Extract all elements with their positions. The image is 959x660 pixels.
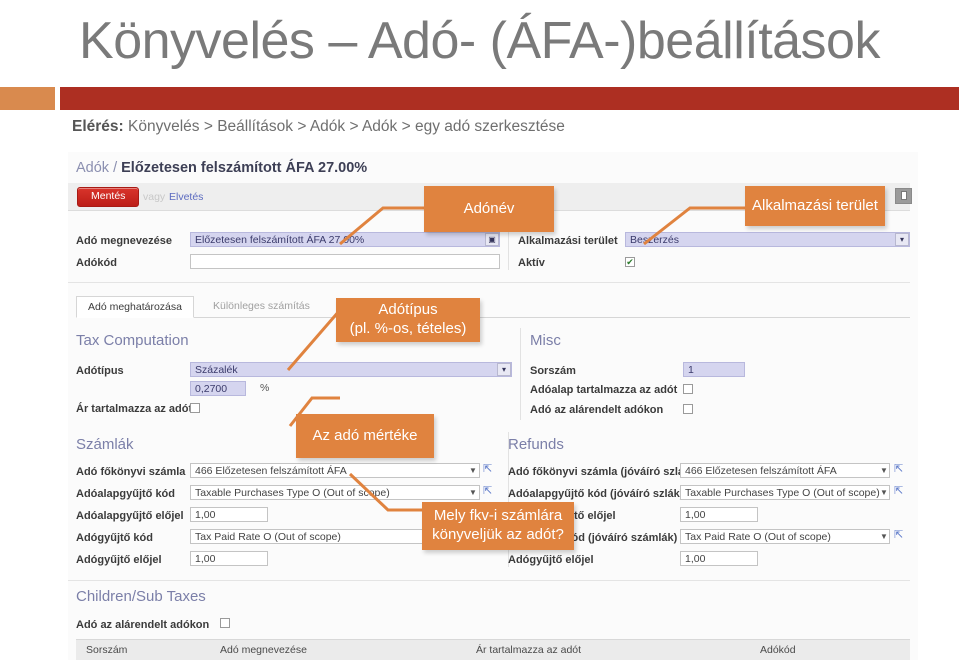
access-path-text: Könyvelés > Beállítások > Adók > Adók > … <box>128 118 565 135</box>
price-includes-tax-label: Ár tartalmazza az adót <box>76 403 193 415</box>
form-divider <box>508 228 509 270</box>
app-breadcrumb: Adók / Előzetesen felszámított ÁFA 27.00… <box>76 160 367 176</box>
accent-bar <box>60 87 959 110</box>
column-header-ar-tartalmazza[interactable]: Ár tartalmazza az adót <box>476 644 581 656</box>
base-includes-tax-label: Adóalap tartalmazza az adót <box>530 384 678 396</box>
tax-name-lookup-icon[interactable]: ▣ <box>485 233 499 246</box>
refund-row-label-0: Adó főkönyvi számla (jóváíró szlák) <box>508 466 694 478</box>
tax-code-label: Adókód <box>76 257 117 269</box>
discard-button[interactable]: Elvetés <box>169 191 203 203</box>
invoice-row-label-2: Adóalapgyűjtő előjel <box>76 510 184 522</box>
children-checkbox[interactable] <box>220 618 230 628</box>
column-header-sorszam[interactable]: Sorszám <box>86 644 127 656</box>
children-checkbox-label: Adó az alárendelt adókon <box>76 619 210 631</box>
invoice-row-label-3: Adógyűjtő kód <box>76 532 153 544</box>
callout-tax-name: Adónév <box>424 186 554 232</box>
callout-tax-type-line1: Adótípus <box>378 301 438 319</box>
accent-square <box>0 87 55 110</box>
chevron-down-icon[interactable]: ▾ <box>497 363 511 376</box>
or-label: vagy <box>143 191 166 203</box>
breadcrumb-current: Előzetesen felszámított ÁFA 27.00% <box>121 160 368 176</box>
refund-row-input-1[interactable]: Taxable Purchases Type O (Out of scope) <box>680 485 890 500</box>
sequence-label: Sorszám <box>530 365 576 377</box>
callout-gl-account-line2: könyveljük az adót? <box>432 526 564 543</box>
refund-row-label-1: Adóalapgyűjtő kód (jóváíró szlák) <box>508 488 684 500</box>
section-misc: Misc <box>530 332 561 349</box>
refund-row-input-2[interactable]: 1,00 <box>680 507 758 522</box>
callout-gl-account: Mely fkv-i számlára könyveljük az adót? <box>422 502 574 550</box>
callout-tax-name-text: Adónév <box>463 199 515 217</box>
refund-row-label-4: Adógyűjtő előjel <box>508 554 594 566</box>
base-includes-tax-checkbox[interactable] <box>683 384 693 394</box>
callout-scope-text: Alkalmazási terület <box>752 196 878 214</box>
save-button[interactable]: Mentés <box>77 187 140 207</box>
chevron-down-icon[interactable]: ▼ <box>880 466 888 475</box>
active-label: Aktív <box>518 257 545 269</box>
active-checkbox[interactable]: ✔ <box>625 257 635 267</box>
price-includes-tax-checkbox[interactable] <box>190 403 200 413</box>
invoice-row-label-0: Adó főkönyvi számla <box>76 466 186 478</box>
open-record-icon[interactable]: ⇱ <box>894 462 903 475</box>
callout-tax-type-line2: (pl. %-os, tételes) <box>349 320 467 337</box>
chevron-down-icon[interactable]: ▼ <box>469 488 477 497</box>
scope-label: Alkalmazási terület <box>518 235 618 247</box>
callout-gl-account-line1: Mely fkv-i számlára <box>433 507 563 525</box>
section-refunds: Refunds <box>508 436 564 453</box>
children-rule <box>68 580 910 581</box>
tax-type-label: Adótípus <box>76 365 124 377</box>
callout-tax-rate-text: Az adó mértéke <box>312 426 418 444</box>
column-header-ado-megnevezese[interactable]: Adó megnevezése <box>220 644 307 656</box>
panel-toggle-icon[interactable] <box>895 188 912 204</box>
breadcrumb: Elérés: Könyvelés > Beállítások > Adók >… <box>72 118 565 136</box>
tax-code-input[interactable] <box>190 254 500 269</box>
open-record-icon[interactable]: ⇱ <box>894 528 903 541</box>
column-header-adokod[interactable]: Adókód <box>760 644 796 656</box>
invoice-row-label-1: Adóalapgyűjtő kód <box>76 488 175 500</box>
access-label: Elérés: <box>72 118 124 135</box>
invoice-row-input-4[interactable]: 1,00 <box>190 551 268 566</box>
breadcrumb-parent[interactable]: Adók / <box>76 160 121 176</box>
section-szamlak: Számlák <box>76 436 134 453</box>
invoice-row-input-2[interactable]: 1,00 <box>190 507 268 522</box>
refund-row-input-0[interactable]: 466 Előzetesen felszámított ÁFA <box>680 463 890 478</box>
refund-row-input-3[interactable]: Tax Paid Rate O (Out of scope) <box>680 529 890 544</box>
callout-tax-rate: Az adó mértéke <box>296 414 434 458</box>
misc-divider <box>520 328 521 420</box>
page-title: Könyvelés – Adó- (ÁFA-)beállítások <box>79 12 880 70</box>
refund-row-input-4[interactable]: 1,00 <box>680 551 758 566</box>
callout-tax-type: Adótípus (pl. %-os, tételes) <box>336 298 480 342</box>
tax-rate-input[interactable]: 0,2700 <box>190 381 246 396</box>
invoice-row-label-4: Adógyűjtő előjel <box>76 554 162 566</box>
tab-ado-meghatarozasa[interactable]: Adó meghatározása <box>76 296 194 318</box>
chevron-down-icon[interactable]: ▼ <box>469 466 477 475</box>
chevron-down-icon[interactable]: ▾ <box>895 233 909 246</box>
tab-strip: Adó meghatározása Különleges számítás <box>76 296 910 318</box>
tax-rate-unit: % <box>260 382 270 394</box>
open-record-icon[interactable]: ⇱ <box>483 484 492 497</box>
tax-on-children-label: Adó az alárendelt adókon <box>530 404 664 416</box>
open-record-icon[interactable]: ⇱ <box>483 462 492 475</box>
sequence-input[interactable]: 1 <box>683 362 745 377</box>
tax-name-label: Adó megnevezése <box>76 235 172 247</box>
tax-on-children-checkbox[interactable] <box>683 404 693 414</box>
section-rule <box>68 282 910 283</box>
open-record-icon[interactable]: ⇱ <box>894 484 903 497</box>
callout-scope: Alkalmazási terület <box>745 186 885 226</box>
section-children-sub-taxes: Children/Sub Taxes <box>76 588 206 605</box>
chevron-down-icon[interactable]: ▼ <box>880 532 888 541</box>
chevron-down-icon[interactable]: ▼ <box>880 488 888 497</box>
section-tax-computation: Tax Computation <box>76 332 189 349</box>
